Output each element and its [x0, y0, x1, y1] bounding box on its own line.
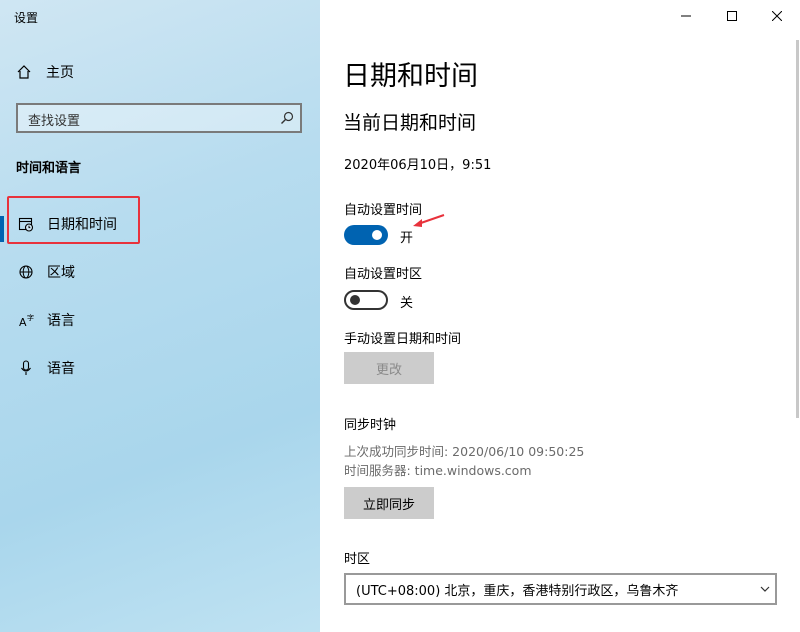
language-icon: A 字	[16, 312, 36, 328]
home-icon	[17, 65, 31, 79]
home-link[interactable]: 主页	[16, 62, 74, 82]
current-datetime-heading: 当前日期和时间	[343, 112, 477, 134]
chevron-down-icon	[760, 586, 770, 592]
toggle-knob	[350, 295, 360, 305]
timezone-label: 时区	[344, 552, 371, 567]
last-sync-text: 上次成功同步时间: 2020/06/10 09:50:25	[344, 444, 585, 459]
maximize-icon	[727, 11, 737, 21]
app-title: 设置	[14, 11, 39, 25]
svg-text:字: 字	[27, 313, 34, 322]
active-indicator	[0, 216, 4, 242]
maximize-button[interactable]	[709, 0, 755, 32]
minimize-icon	[681, 15, 691, 17]
microphone-icon	[16, 360, 36, 376]
search-placeholder: 查找设置	[28, 114, 81, 129]
search-input[interactable]: 查找设置	[16, 103, 302, 133]
sidebar-item-region[interactable]: 区域	[0, 252, 320, 292]
timezone-select[interactable]: (UTC+08:00) 北京，重庆，香港特别行政区，乌鲁木齐	[344, 573, 777, 605]
sidebar: 设置 主页 查找设置 时间和语言 日期和时间 区域 A 字 语言 语音	[0, 0, 320, 632]
auto-timezone-toggle[interactable]	[344, 290, 388, 310]
svg-text:A: A	[19, 316, 27, 328]
current-datetime-value: 2020年06月10日，9:51	[344, 158, 492, 173]
sync-now-button[interactable]: 立即同步	[344, 487, 434, 519]
auto-timezone-state: 关	[400, 296, 414, 311]
toggle-knob	[372, 230, 382, 240]
sidebar-item-label: 语音	[47, 361, 75, 377]
sync-clock-title: 同步时钟	[344, 418, 397, 433]
page-title: 日期和时间	[343, 61, 478, 92]
sidebar-item-speech[interactable]: 语音	[0, 348, 320, 388]
close-button[interactable]	[754, 0, 800, 32]
time-server-text: 时间服务器: time.windows.com	[344, 463, 532, 478]
sidebar-item-label: 区域	[47, 265, 75, 281]
auto-timezone-label: 自动设置时区	[344, 267, 423, 282]
change-button[interactable]: 更改	[344, 352, 434, 384]
close-icon	[772, 11, 782, 21]
globe-icon	[16, 264, 36, 280]
timezone-value: (UTC+08:00) 北京，重庆，香港特别行政区，乌鲁木齐	[356, 583, 679, 599]
section-title: 时间和语言	[16, 161, 82, 176]
annotation-arrow-icon	[413, 214, 445, 227]
scrollbar[interactable]	[796, 40, 799, 418]
sidebar-item-label: 语言	[47, 313, 75, 329]
home-label: 主页	[46, 65, 74, 81]
auto-time-toggle[interactable]	[344, 225, 388, 245]
manual-datetime-label: 手动设置日期和时间	[344, 332, 462, 347]
search-icon[interactable]	[280, 111, 294, 125]
annotation-highlight-box	[7, 196, 140, 244]
sidebar-item-language[interactable]: A 字 语言	[0, 300, 320, 340]
minimize-button[interactable]	[663, 0, 709, 32]
